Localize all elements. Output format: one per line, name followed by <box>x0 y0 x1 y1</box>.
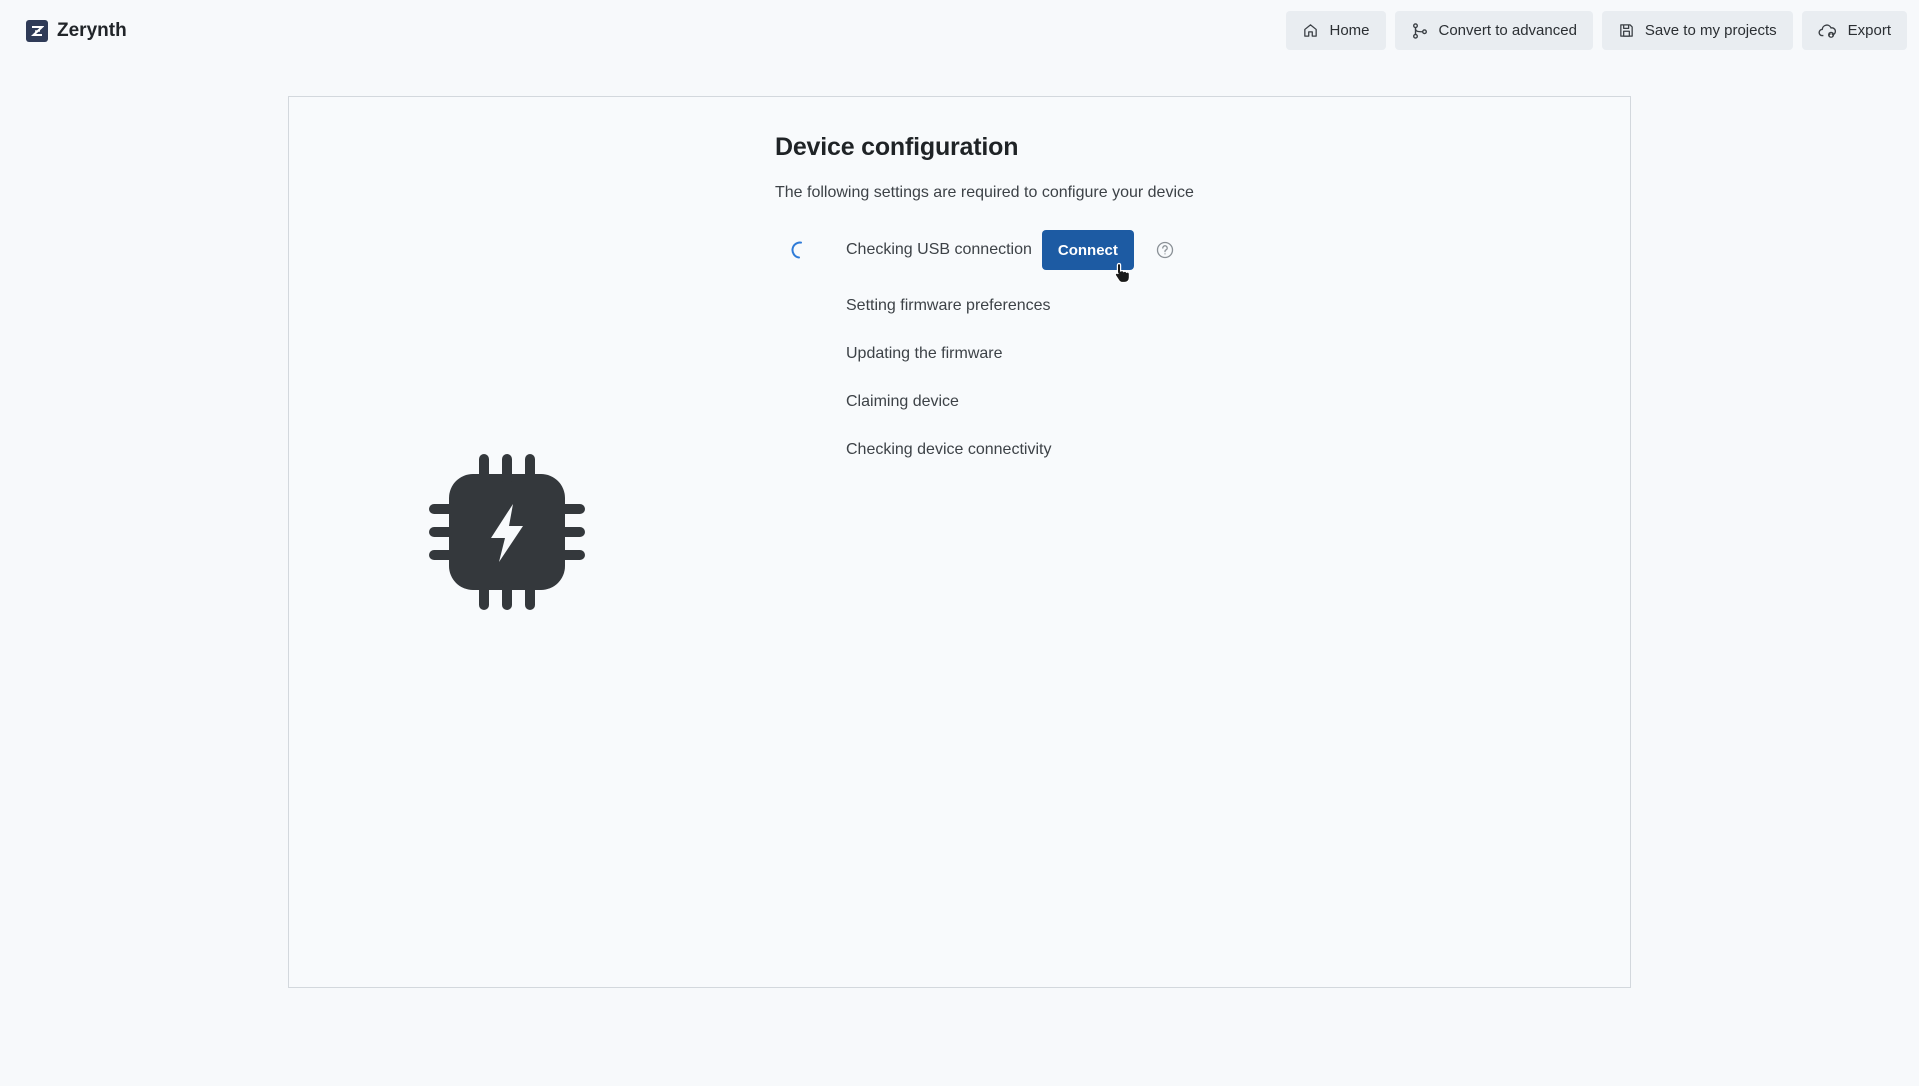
question-circle-icon[interactable] <box>1156 241 1174 259</box>
device-configuration-panel: Device configuration The following setti… <box>288 96 1631 988</box>
chip-lightning-icon <box>429 454 585 615</box>
step-label: Checking USB connection <box>846 241 1032 258</box>
hand-pointer-icon <box>1114 262 1132 289</box>
top-bar: Zerynth Home Convert to advanced Save to… <box>0 0 1919 62</box>
zerynth-logo-icon <box>26 20 48 42</box>
convert-label: Convert to advanced <box>1438 22 1577 39</box>
home-icon <box>1302 22 1319 39</box>
step-label: Checking device connectivity <box>846 441 1052 458</box>
top-nav: Home Convert to advanced Save to my proj… <box>1286 11 1907 50</box>
home-button[interactable]: Home <box>1286 11 1386 50</box>
app-name: Zerynth <box>57 20 127 41</box>
step-firmware-preferences: Setting firmware preferences <box>775 282 1475 330</box>
loading-spinner-icon <box>789 240 809 260</box>
page-subtitle: The following settings are required to c… <box>775 184 1194 201</box>
step-claiming-device: Claiming device <box>775 378 1475 426</box>
configuration-content: Device configuration The following setti… <box>775 133 1475 474</box>
step-label: Claiming device <box>846 393 959 410</box>
save-to-projects-button[interactable]: Save to my projects <box>1601 11 1793 50</box>
save-label: Save to my projects <box>1644 22 1777 39</box>
convert-to-advanced-button[interactable]: Convert to advanced <box>1394 11 1593 50</box>
step-updating-firmware: Updating the firmware <box>775 330 1475 378</box>
floppy-disk-icon <box>1618 22 1635 39</box>
cloud-export-icon <box>1818 22 1838 40</box>
home-label: Home <box>1329 22 1370 39</box>
export-button[interactable]: Export <box>1801 11 1907 50</box>
brand[interactable]: Zerynth <box>26 20 127 42</box>
step-label: Updating the firmware <box>846 345 1003 362</box>
step-label: Setting firmware preferences <box>846 297 1051 314</box>
page-title: Device configuration <box>775 133 1019 161</box>
export-label: Export <box>1847 22 1891 39</box>
branch-icon <box>1411 22 1429 40</box>
step-device-connectivity: Checking device connectivity <box>775 426 1475 474</box>
